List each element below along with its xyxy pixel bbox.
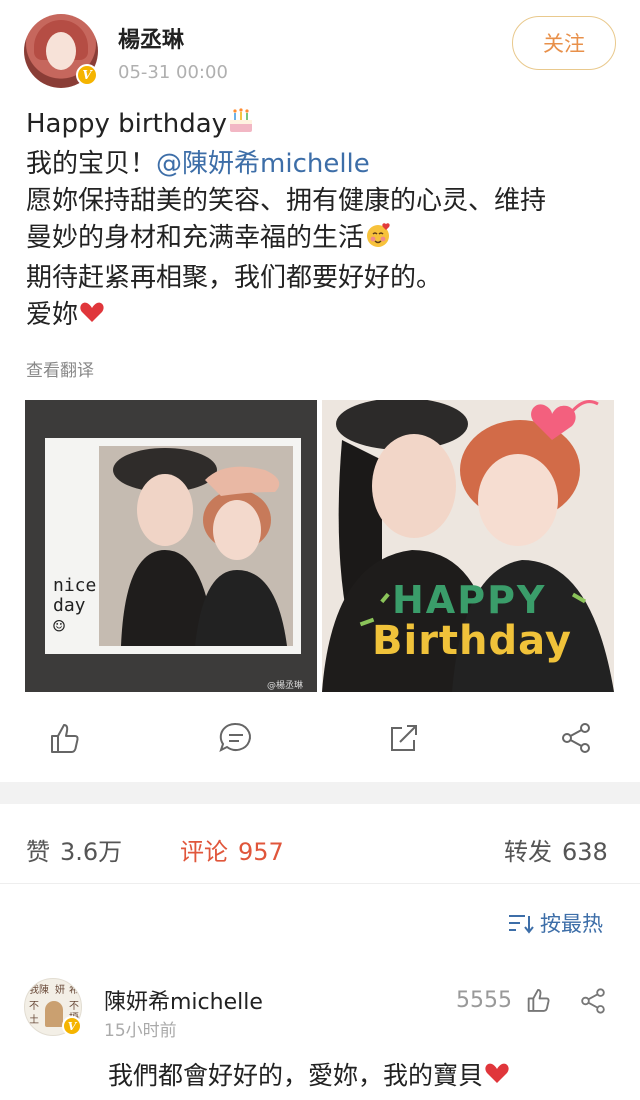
author-name[interactable]: 楊丞琳 bbox=[118, 22, 184, 54]
birthday-cake-emoji-icon bbox=[227, 107, 255, 146]
polaroid-photo-illustration bbox=[25, 400, 317, 692]
photo-handwriting: nice day ☺ bbox=[53, 575, 97, 638]
tab-comments[interactable]: 评论 957 bbox=[180, 832, 284, 867]
comments-label: 评论 bbox=[180, 838, 228, 866]
commenter-avatar-text-1: 我陳 bbox=[29, 985, 49, 996]
commenter-avatar-text-2: 妍 bbox=[55, 985, 65, 996]
photo-handwriting-smile: ☺ bbox=[53, 614, 66, 638]
comment-like-count: 5555 bbox=[456, 988, 512, 1013]
photo-handwriting-nice: nice bbox=[53, 575, 97, 596]
commenter-verified-badge-icon: V bbox=[62, 1016, 82, 1036]
share-icon[interactable] bbox=[558, 720, 594, 756]
post-text: Happy birthday 我的宝贝！@陳妍希michelle 愿妳保持甜美的… bbox=[26, 106, 626, 337]
post-line-2-text: 我的宝贝！ bbox=[26, 149, 157, 179]
commenter-avatar-text-7: 土 bbox=[29, 1015, 39, 1026]
photo-happy-text: HAPPY bbox=[392, 578, 547, 622]
post-header: V 楊丞琳 05-31 00:00 关注 bbox=[0, 0, 640, 100]
stats-tabs: 赞 3.6万 评论 957 转发 638 bbox=[0, 818, 640, 884]
comment-text-body: 我們都會好好的，愛妳，我的寶貝 bbox=[108, 1061, 484, 1090]
post-line-5: 期待赶紧再相聚，我们都要好好的。 bbox=[26, 263, 443, 293]
post-photo-1[interactable]: nice day ☺ @楊丞琳 bbox=[25, 400, 317, 692]
sort-label: 按最热 bbox=[540, 912, 603, 936]
post-line-4: 曼妙的身材和充满幸福的生活 bbox=[26, 220, 626, 260]
photo-birthday-text: Birthday bbox=[372, 618, 572, 664]
likes-label: 赞 bbox=[26, 838, 50, 866]
reposts-count: 638 bbox=[562, 838, 608, 866]
post-timestamp: 05-31 00:00 bbox=[118, 62, 228, 83]
commenter-avatar-text-4: 不 bbox=[29, 1001, 39, 1012]
follow-button[interactable]: 关注 bbox=[512, 16, 616, 70]
post-line-6-text: 爱妳 bbox=[26, 300, 79, 330]
comment-text: 我們都會好好的，愛妳，我的寶貝 bbox=[108, 1056, 511, 1093]
reposts-label: 转发 bbox=[504, 838, 552, 866]
section-divider bbox=[0, 782, 640, 804]
commenter-avatar-figure bbox=[45, 1001, 63, 1027]
red-heart-emoji-icon bbox=[78, 298, 106, 337]
verified-badge-icon: V bbox=[76, 64, 98, 86]
tab-reposts[interactable]: 转发 638 bbox=[504, 832, 608, 867]
comment-thumbs-up-icon[interactable] bbox=[524, 986, 552, 1014]
post-action-bar bbox=[0, 708, 640, 768]
comments-count: 957 bbox=[238, 838, 284, 866]
photo-handwriting-day: day bbox=[53, 595, 86, 616]
tab-likes[interactable]: 赞 3.6万 bbox=[26, 832, 122, 867]
photo-watermark: @楊丞琳 bbox=[267, 681, 304, 691]
commenter-name[interactable]: 陳妍希michelle bbox=[104, 984, 263, 1016]
comment-icon[interactable] bbox=[218, 720, 254, 756]
translate-link[interactable]: 查看翻译 bbox=[26, 356, 94, 381]
comment-time: 15小时前 bbox=[104, 1021, 177, 1041]
post-photo-2[interactable]: HAPPY Birthday bbox=[322, 400, 614, 692]
sort-toggle[interactable]: 按最热 bbox=[508, 908, 603, 939]
mention-link[interactable]: @陳妍希michelle bbox=[156, 149, 370, 179]
comment-item: 我陳 妍 希 不 不 擾 土 V 陳妍希michelle 15小时前 5555 … bbox=[0, 970, 640, 1100]
post-line-1-text: Happy birthday bbox=[26, 109, 228, 139]
post-line-6: 爱妳 bbox=[26, 297, 626, 337]
comment-share-icon[interactable] bbox=[578, 986, 608, 1016]
comment-red-heart-emoji-icon bbox=[483, 1059, 511, 1093]
repost-icon[interactable] bbox=[386, 720, 422, 756]
post-line-3: 愿妳保持甜美的笑容、拥有健康的心灵、维持 bbox=[26, 186, 547, 216]
commenter-avatar-text-3: 希 bbox=[69, 985, 79, 996]
sort-icon bbox=[508, 912, 534, 939]
post-line-2: 我的宝贝！@陳妍希michelle bbox=[26, 146, 626, 183]
post-line-4-text: 曼妙的身材和充满幸福的生活 bbox=[26, 223, 365, 253]
thumbs-up-icon[interactable] bbox=[46, 720, 82, 756]
post-line-1: Happy birthday bbox=[26, 106, 626, 146]
avatar-face bbox=[46, 32, 76, 70]
smiling-hearts-emoji-icon bbox=[364, 221, 392, 260]
likes-count: 3.6万 bbox=[60, 838, 123, 866]
commenter-avatar-text-5: 不 bbox=[69, 1001, 79, 1012]
